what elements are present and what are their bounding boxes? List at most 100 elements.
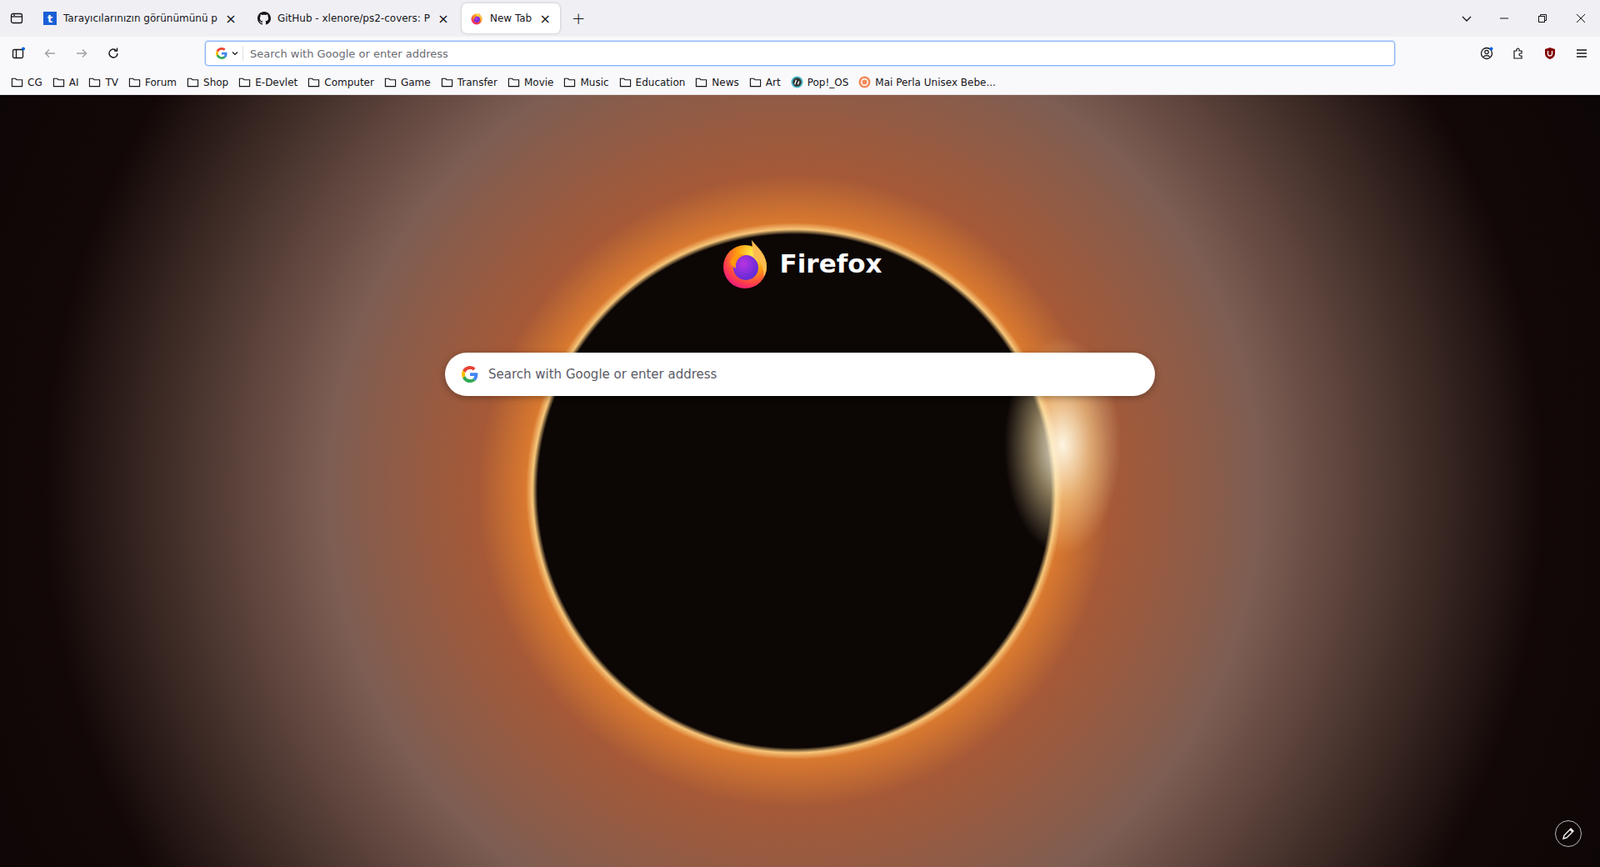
bookmark-label: TV xyxy=(105,76,119,89)
firefox-tab-icon xyxy=(470,11,484,25)
ublock-button[interactable] xyxy=(1535,40,1565,67)
bookmark-label: Game xyxy=(400,76,431,89)
bookmark-item[interactable]: Pop!_OS xyxy=(786,73,854,91)
bookmark-folder[interactable]: Movie xyxy=(503,73,559,91)
tab-label: Tarayıcılarınızın görünümünü p xyxy=(63,12,218,25)
google-icon xyxy=(215,47,228,60)
firefox-brand: Firefox xyxy=(718,236,883,290)
address-bar[interactable]: Search with Google or enter address xyxy=(205,40,1395,66)
customize-button[interactable] xyxy=(1555,820,1582,847)
bookmark-label: Music xyxy=(580,76,609,89)
chevron-down-icon xyxy=(1460,12,1473,25)
pop-os-icon xyxy=(790,75,804,89)
folder-icon xyxy=(52,75,65,89)
bookmark-folder[interactable]: News xyxy=(690,73,743,91)
close-icon xyxy=(1576,14,1585,23)
forward-button[interactable] xyxy=(66,40,97,67)
folder-icon xyxy=(749,75,762,89)
bookmark-label: Computer xyxy=(324,76,375,89)
puzzle-icon xyxy=(1511,46,1525,60)
firefox-logo-icon xyxy=(718,236,772,290)
firefox-view-button[interactable] xyxy=(1,5,32,32)
back-arrow-icon xyxy=(43,46,57,60)
reload-button[interactable] xyxy=(98,40,129,67)
pencil-icon xyxy=(1560,825,1576,841)
wallpaper-photo xyxy=(0,95,1600,867)
bookmark-folder[interactable]: TV xyxy=(84,73,123,91)
dropdown-arrow-icon xyxy=(230,49,240,58)
restore-icon xyxy=(1538,14,1547,23)
menu-button[interactable] xyxy=(1566,40,1597,67)
new-tab-page: Firefox Search with Google or enter addr… xyxy=(0,95,1600,867)
bookmark-label: News xyxy=(711,76,739,89)
close-window-button[interactable] xyxy=(1561,0,1600,37)
search-placeholder: Search with Google or enter address xyxy=(488,366,717,382)
bookmark-folder[interactable]: Education xyxy=(615,73,690,91)
search-box[interactable]: Search with Google or enter address xyxy=(445,352,1155,396)
folder-icon xyxy=(507,75,520,89)
folder-icon xyxy=(307,75,320,89)
bookmark-folder[interactable]: Music xyxy=(559,73,613,91)
sidebar-button[interactable] xyxy=(3,40,34,67)
bookmark-folder[interactable]: E-Devlet xyxy=(234,73,302,91)
account-button[interactable] xyxy=(1471,40,1502,67)
brand-wordmark: Firefox xyxy=(780,248,883,279)
tab-close-button[interactable]: × xyxy=(224,10,238,27)
bookmark-label: E-Devlet xyxy=(255,76,298,89)
folder-icon xyxy=(619,75,632,89)
bookmark-folder[interactable]: Forum xyxy=(124,73,181,91)
address-placeholder: Search with Google or enter address xyxy=(250,47,449,60)
folder-icon xyxy=(128,75,141,89)
bookmark-label: Art xyxy=(765,76,781,89)
folder-icon xyxy=(88,75,101,89)
tab-label: GitHub - xlenore/ps2-covers: P xyxy=(277,12,430,25)
tab-close-button[interactable]: × xyxy=(436,10,450,27)
bookmark-folder[interactable]: Transfer xyxy=(436,73,502,91)
shield-icon xyxy=(1543,46,1557,60)
navigation-toolbar: Search with Google or enter address xyxy=(0,36,1600,70)
tab[interactable]: New Tab × xyxy=(461,3,560,34)
extensions-button[interactable] xyxy=(1503,40,1534,67)
folder-icon xyxy=(563,75,576,89)
bookmark-folder[interactable]: CG xyxy=(6,73,47,91)
bookmark-label: Mai Perla Unisex Bebe... xyxy=(875,76,996,89)
list-all-tabs-button[interactable] xyxy=(1451,5,1482,32)
tab-label: New Tab xyxy=(490,12,532,25)
folder-icon xyxy=(440,75,454,89)
forward-arrow-icon xyxy=(75,46,89,60)
search-engine-button[interactable] xyxy=(212,45,244,61)
sidebar-icon xyxy=(11,46,25,60)
hamburger-icon xyxy=(1575,46,1589,60)
account-icon xyxy=(1480,46,1494,60)
site-favicon-icon: t xyxy=(43,11,57,25)
firefox-view-icon xyxy=(10,11,24,25)
bookmark-folder[interactable]: Shop xyxy=(182,73,233,91)
browser-window: t Tarayıcılarınızın görünümünü p × GitHu… xyxy=(0,0,1600,867)
github-icon xyxy=(257,11,271,25)
bookmark-label: CG xyxy=(27,76,43,89)
bookmark-item[interactable]: Mai Perla Unisex Bebe... xyxy=(854,73,1000,91)
bookmark-folder[interactable]: Art xyxy=(745,73,785,91)
restore-button[interactable] xyxy=(1523,0,1562,37)
bookmark-label: Transfer xyxy=(457,76,498,89)
window-controls xyxy=(1485,0,1600,37)
folder-icon xyxy=(186,75,200,89)
tab-strip: t Tarayıcılarınızın görünümünü p × GitHu… xyxy=(0,0,1600,37)
tab-close-button[interactable]: × xyxy=(538,10,552,27)
bookmark-folder[interactable]: AI xyxy=(48,73,84,91)
tab[interactable]: GitHub - xlenore/ps2-covers: P × xyxy=(249,3,459,34)
bookmark-folder[interactable]: Computer xyxy=(303,73,379,91)
bookmark-folder[interactable]: Game xyxy=(380,73,435,91)
reload-icon xyxy=(106,46,120,60)
new-tab-button[interactable]: + xyxy=(563,5,594,32)
bookmark-label: Movie xyxy=(524,76,555,89)
mai-perla-icon xyxy=(858,75,871,89)
folder-icon xyxy=(10,75,24,89)
folder-icon xyxy=(384,75,397,89)
minimize-icon xyxy=(1500,14,1509,23)
back-button[interactable] xyxy=(35,40,65,67)
folder-icon xyxy=(238,75,251,89)
minimize-button[interactable] xyxy=(1485,0,1524,37)
tab[interactable]: t Tarayıcılarınızın görünümünü p × xyxy=(35,3,246,34)
bookmark-label: AI xyxy=(69,76,80,89)
